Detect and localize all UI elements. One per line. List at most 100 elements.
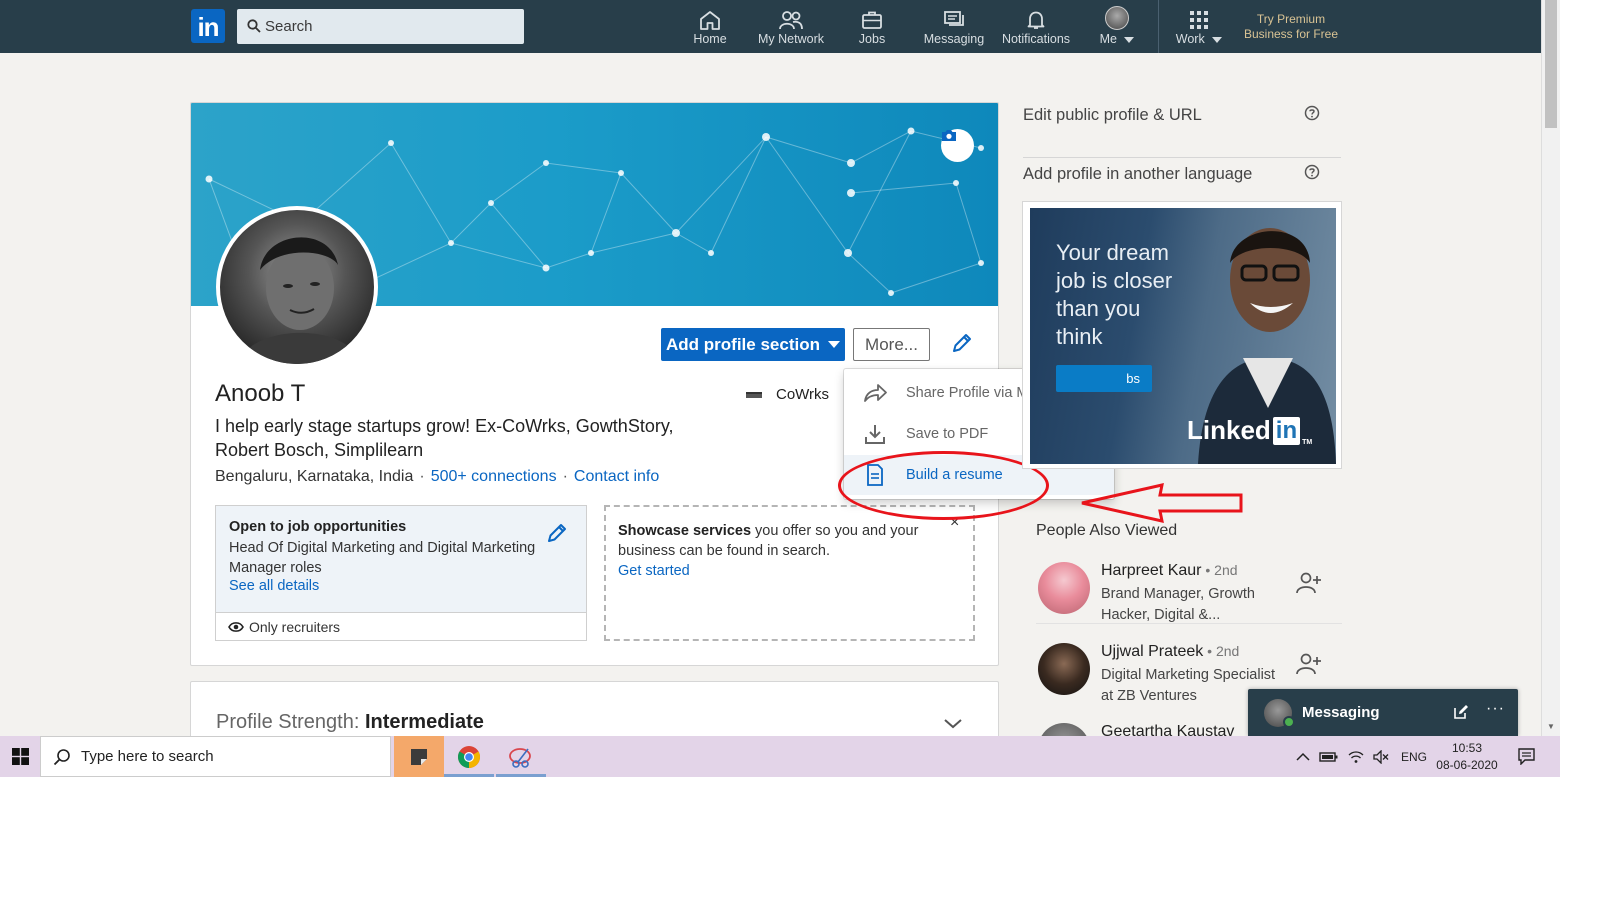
person-name[interactable]: Ujjwal Prateek • 2nd	[1101, 643, 1239, 661]
nav-notifications[interactable]: Notifications	[1000, 6, 1072, 50]
person-name[interactable]: Harpreet Kaur • 2nd	[1101, 562, 1238, 580]
volume-muted-icon[interactable]	[1373, 749, 1389, 764]
chevron-down-icon[interactable]	[943, 718, 963, 730]
ad-banner[interactable]: Your dream job is closer than you think …	[1022, 201, 1342, 469]
chevron-down-icon	[1212, 36, 1223, 43]
people-also-viewed-title: People Also Viewed	[1036, 522, 1178, 539]
contact-info-link[interactable]: Contact info	[574, 468, 659, 485]
avatar[interactable]	[1038, 723, 1090, 736]
premium-line-2: Business for Free	[1243, 27, 1339, 41]
search-input[interactable]	[265, 9, 515, 44]
briefcase-icon	[862, 11, 882, 29]
current-company[interactable]: CoWrks	[746, 386, 829, 403]
nav-divider	[1158, 0, 1159, 53]
action-center-icon[interactable]	[1518, 748, 1535, 765]
compose-icon[interactable]	[1453, 704, 1469, 720]
online-status-dot	[1283, 716, 1295, 728]
avatar[interactable]	[1038, 562, 1090, 614]
profile-name: Anoob T	[215, 380, 306, 407]
menu-save-pdf-label: Save to PDF	[906, 426, 989, 442]
scrollbar[interactable]: ▲ ▼	[1541, 0, 1560, 736]
nav-jobs-label: Jobs	[858, 32, 886, 46]
home-icon	[700, 11, 720, 30]
ad-cta-button[interactable]: bs	[1056, 365, 1152, 392]
avatar[interactable]	[1038, 643, 1090, 695]
taskbar-sticky-notes[interactable]	[394, 736, 444, 777]
add-profile-section-button[interactable]: Add profile section	[661, 328, 845, 361]
taskbar-chrome[interactable]	[444, 736, 494, 777]
edit-pencil-icon[interactable]	[546, 522, 568, 544]
nav-me[interactable]: Me	[1094, 6, 1140, 50]
person-name[interactable]: Geetartha Kaustav	[1101, 723, 1234, 736]
edit-banner-button[interactable]	[941, 129, 974, 162]
messaging-bar[interactable]: Messaging ···	[1248, 689, 1518, 736]
messaging-label: Messaging	[1302, 704, 1380, 721]
nav-work[interactable]: Work	[1172, 6, 1226, 50]
search-box[interactable]	[237, 9, 524, 44]
location-line: Bengaluru, Karnataka, India · 500+ connect…	[215, 468, 660, 485]
help-icon[interactable]	[1304, 105, 1320, 121]
get-started-link[interactable]: Get started	[618, 561, 961, 581]
scroll-down-arrow[interactable]: ▼	[1547, 722, 1555, 731]
add-connection-icon[interactable]	[1296, 653, 1322, 675]
nav-jobs[interactable]: Jobs	[852, 6, 892, 50]
showcase-services-card: Showcase services you offer so you and y…	[604, 505, 975, 641]
bell-icon	[1027, 11, 1045, 29]
system-tray: ENG	[1296, 736, 1427, 777]
job-card-title: Open to job opportunities	[229, 519, 407, 535]
company-logo-icon	[746, 391, 762, 398]
help-icon[interactable]	[1304, 164, 1320, 180]
ad-image: Your dream job is closer than you think …	[1030, 208, 1336, 464]
screen: in Home My Network Jobs Messaging Notifi…	[0, 0, 1600, 900]
divider	[1036, 623, 1342, 624]
more-button[interactable]: More...	[853, 328, 930, 361]
annotation-circle	[838, 451, 1049, 520]
edit-pencil-icon[interactable]	[951, 332, 973, 354]
nav-messaging[interactable]: Messaging	[922, 6, 986, 50]
try-premium-link[interactable]: Try Premium Business for Free	[1238, 12, 1344, 42]
scrollbar-thumb[interactable]	[1545, 0, 1557, 128]
avatar-icon	[1105, 6, 1129, 30]
ad-headline: Your dream job is closer than you think	[1056, 240, 1173, 349]
person-headline: Brand Manager, Growth Hacker, Digital &.…	[1101, 586, 1255, 623]
company-name: CoWrks	[776, 386, 830, 403]
nav-home[interactable]: Home	[688, 6, 732, 50]
see-all-details-link[interactable]: See all details	[229, 578, 573, 594]
nav-my-network[interactable]: My Network	[755, 6, 827, 50]
linkedin-logo[interactable]: in	[191, 9, 225, 43]
profile-strength-card[interactable]: Profile Strength: Intermediate	[190, 681, 999, 736]
chrome-icon	[458, 745, 480, 768]
people-item[interactable]: Harpreet Kaur • 2nd Brand Manager, Growt…	[1036, 562, 1342, 642]
taskbar-search[interactable]: Type here to search	[40, 736, 391, 777]
add-profile-language-label: Add profile in another language	[1023, 165, 1253, 183]
sticky-notes-icon	[411, 748, 427, 765]
network-icon	[779, 11, 803, 30]
nav-home-label: Home	[693, 32, 727, 46]
profile-headline: I help early stage startups grow! Ex-CoW…	[215, 416, 674, 460]
chevron-down-icon	[827, 341, 840, 348]
connections-link[interactable]: 500+ connections	[431, 468, 557, 485]
battery-icon[interactable]	[1319, 751, 1339, 763]
messaging-icon	[944, 11, 964, 26]
nav-messaging-label: Messaging	[923, 32, 985, 46]
snipping-tool-icon	[509, 747, 531, 768]
job-card-description: Head Of Digital Marketing and Digital Ma…	[229, 540, 536, 576]
profile-photo[interactable]	[216, 206, 378, 368]
chevron-up-icon[interactable]	[1296, 752, 1310, 762]
services-text: Showcase services you offer so you and y…	[618, 523, 919, 559]
add-connection-icon[interactable]	[1296, 572, 1322, 594]
wifi-icon[interactable]	[1348, 750, 1364, 764]
nav-me-label: Me	[1094, 32, 1140, 46]
browser-viewport: in Home My Network Jobs Messaging Notifi…	[0, 0, 1560, 736]
nav-notifications-label: Notifications	[1001, 32, 1071, 46]
active-indicator	[444, 774, 494, 777]
open-to-jobs-card: Open to job opportunities Head Of Digita…	[215, 505, 587, 641]
edit-public-profile-link[interactable]: Edit public profile & URL	[1023, 105, 1341, 158]
taskbar-clock[interactable]: 10:53 08-06-2020	[1434, 740, 1500, 774]
top-navbar: in Home My Network Jobs Messaging Notifi…	[0, 0, 1560, 53]
taskbar-snipping-tool[interactable]	[496, 736, 546, 777]
start-button[interactable]	[0, 736, 40, 777]
language-indicator[interactable]: ENG	[1401, 750, 1427, 764]
location: Bengaluru, Karnataka, India	[215, 468, 414, 485]
more-options-icon[interactable]: ···	[1486, 700, 1505, 718]
